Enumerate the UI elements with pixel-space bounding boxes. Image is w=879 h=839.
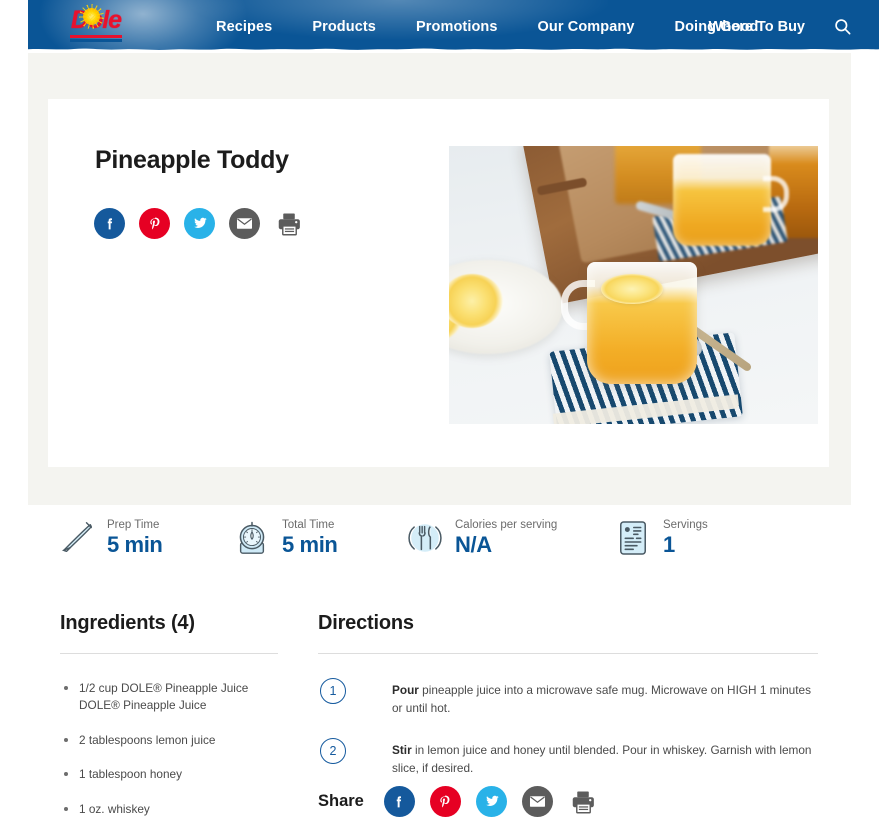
stat-label: Prep Time — [107, 518, 160, 531]
stat-prep-time: Prep Time 5 min — [58, 518, 163, 558]
photo-mug-back — [673, 154, 771, 246]
search-icon[interactable] — [831, 16, 853, 38]
share-facebook-button[interactable] — [383, 786, 415, 817]
site-header: Dole Recipes Products Promotions Our Com… — [28, 0, 879, 53]
nav-item-where-to-buy[interactable]: Where To Buy — [709, 19, 805, 35]
ingredients-section: Ingredients (4) 1/2 cup DOLE® Pineapple … — [60, 612, 278, 835]
recipe-stats-bar: Prep Time 5 min Total Time 5 min Calorie… — [0, 505, 879, 571]
list-item: 2 tablespoons lemon juice — [60, 732, 278, 749]
step-text: Stir in lemon juice and honey until blen… — [392, 738, 818, 777]
knife-icon — [58, 518, 96, 558]
share-buttons-top — [94, 208, 304, 239]
share-email-button[interactable] — [229, 208, 260, 239]
step-number-badge: 1 — [320, 678, 346, 704]
ingredients-divider — [60, 653, 278, 654]
step-lead: Stir — [392, 743, 412, 758]
photo-floating-lemon-slice — [601, 274, 663, 304]
stat-total-time: Total Time 5 min — [233, 518, 338, 558]
recipe-hero-image — [449, 146, 818, 424]
stat-value: N/A — [455, 531, 492, 557]
dole-logo[interactable]: Dole — [62, 3, 130, 47]
logo-underline — [70, 35, 122, 42]
stat-value: 5 min — [282, 531, 338, 557]
ingredients-heading: Ingredients (4) — [60, 612, 195, 634]
share-label: Share — [318, 792, 364, 810]
page-title: Pineapple Toddy — [95, 146, 289, 174]
share-pinterest-button[interactable] — [429, 786, 461, 817]
share-twitter-button[interactable] — [184, 208, 215, 239]
ingredients-list: 1/2 cup DOLE® Pineapple Juice DOLE® Pine… — [60, 680, 278, 818]
step-text: Pour pineapple juice into a microwave sa… — [392, 678, 818, 717]
recipe-card-icon — [614, 518, 652, 558]
nav-item-promotions[interactable]: Promotions — [396, 19, 518, 35]
directions-heading: Directions — [318, 612, 414, 634]
stat-calories: Calories per serving N/A — [406, 518, 557, 558]
stat-label: Total Time — [282, 518, 335, 531]
step-number-badge: 2 — [320, 738, 346, 765]
stat-value: 1 — [663, 531, 675, 557]
share-email-button[interactable] — [521, 786, 553, 817]
share-facebook-button[interactable] — [94, 208, 125, 239]
recipe-hero-card: Pineapple Toddy — [48, 99, 829, 467]
fork-knife-plate-icon — [406, 518, 444, 558]
list-item: 1 oz. whiskey — [60, 801, 278, 818]
stat-value: 5 min — [107, 531, 163, 557]
nav-item-recipes[interactable]: Recipes — [196, 19, 292, 35]
share-buttons-bottom: Share — [318, 786, 599, 817]
list-item: 1 tablespoon honey — [60, 766, 278, 783]
directions-steps: 1 Pour pineapple juice into a microwave … — [318, 678, 818, 778]
directions-section: Directions 1 Pour pineapple juice into a… — [318, 612, 818, 799]
share-twitter-button[interactable] — [475, 786, 507, 817]
recipe-page: Dole Recipes Products Promotions Our Com… — [0, 0, 879, 839]
main-navigation: Recipes Products Promotions Our Company … — [196, 0, 778, 53]
stat-servings: Servings 1 — [614, 518, 708, 558]
step-body: pineapple juice into a microwave safe mu… — [392, 683, 811, 715]
step-lead: Pour — [392, 683, 419, 697]
direction-step: 2 Stir in lemon juice and honey until bl… — [318, 738, 818, 777]
nav-item-products[interactable]: Products — [292, 19, 396, 35]
share-print-button[interactable] — [568, 786, 599, 817]
share-print-button[interactable] — [274, 208, 304, 239]
nav-item-our-company[interactable]: Our Company — [518, 19, 655, 35]
direction-step: 1 Pour pineapple juice into a microwave … — [318, 678, 818, 717]
stat-label: Calories per serving — [455, 518, 558, 531]
share-pinterest-button[interactable] — [139, 208, 170, 239]
step-body: in lemon juice and honey until blended. … — [392, 743, 812, 776]
header-actions: Where To Buy — [709, 0, 853, 53]
stat-label: Servings — [663, 518, 708, 531]
sunburst-icon — [79, 4, 104, 29]
directions-divider — [318, 653, 818, 654]
list-item: 1/2 cup DOLE® Pineapple Juice DOLE® Pine… — [60, 680, 278, 715]
timer-icon — [233, 518, 271, 558]
